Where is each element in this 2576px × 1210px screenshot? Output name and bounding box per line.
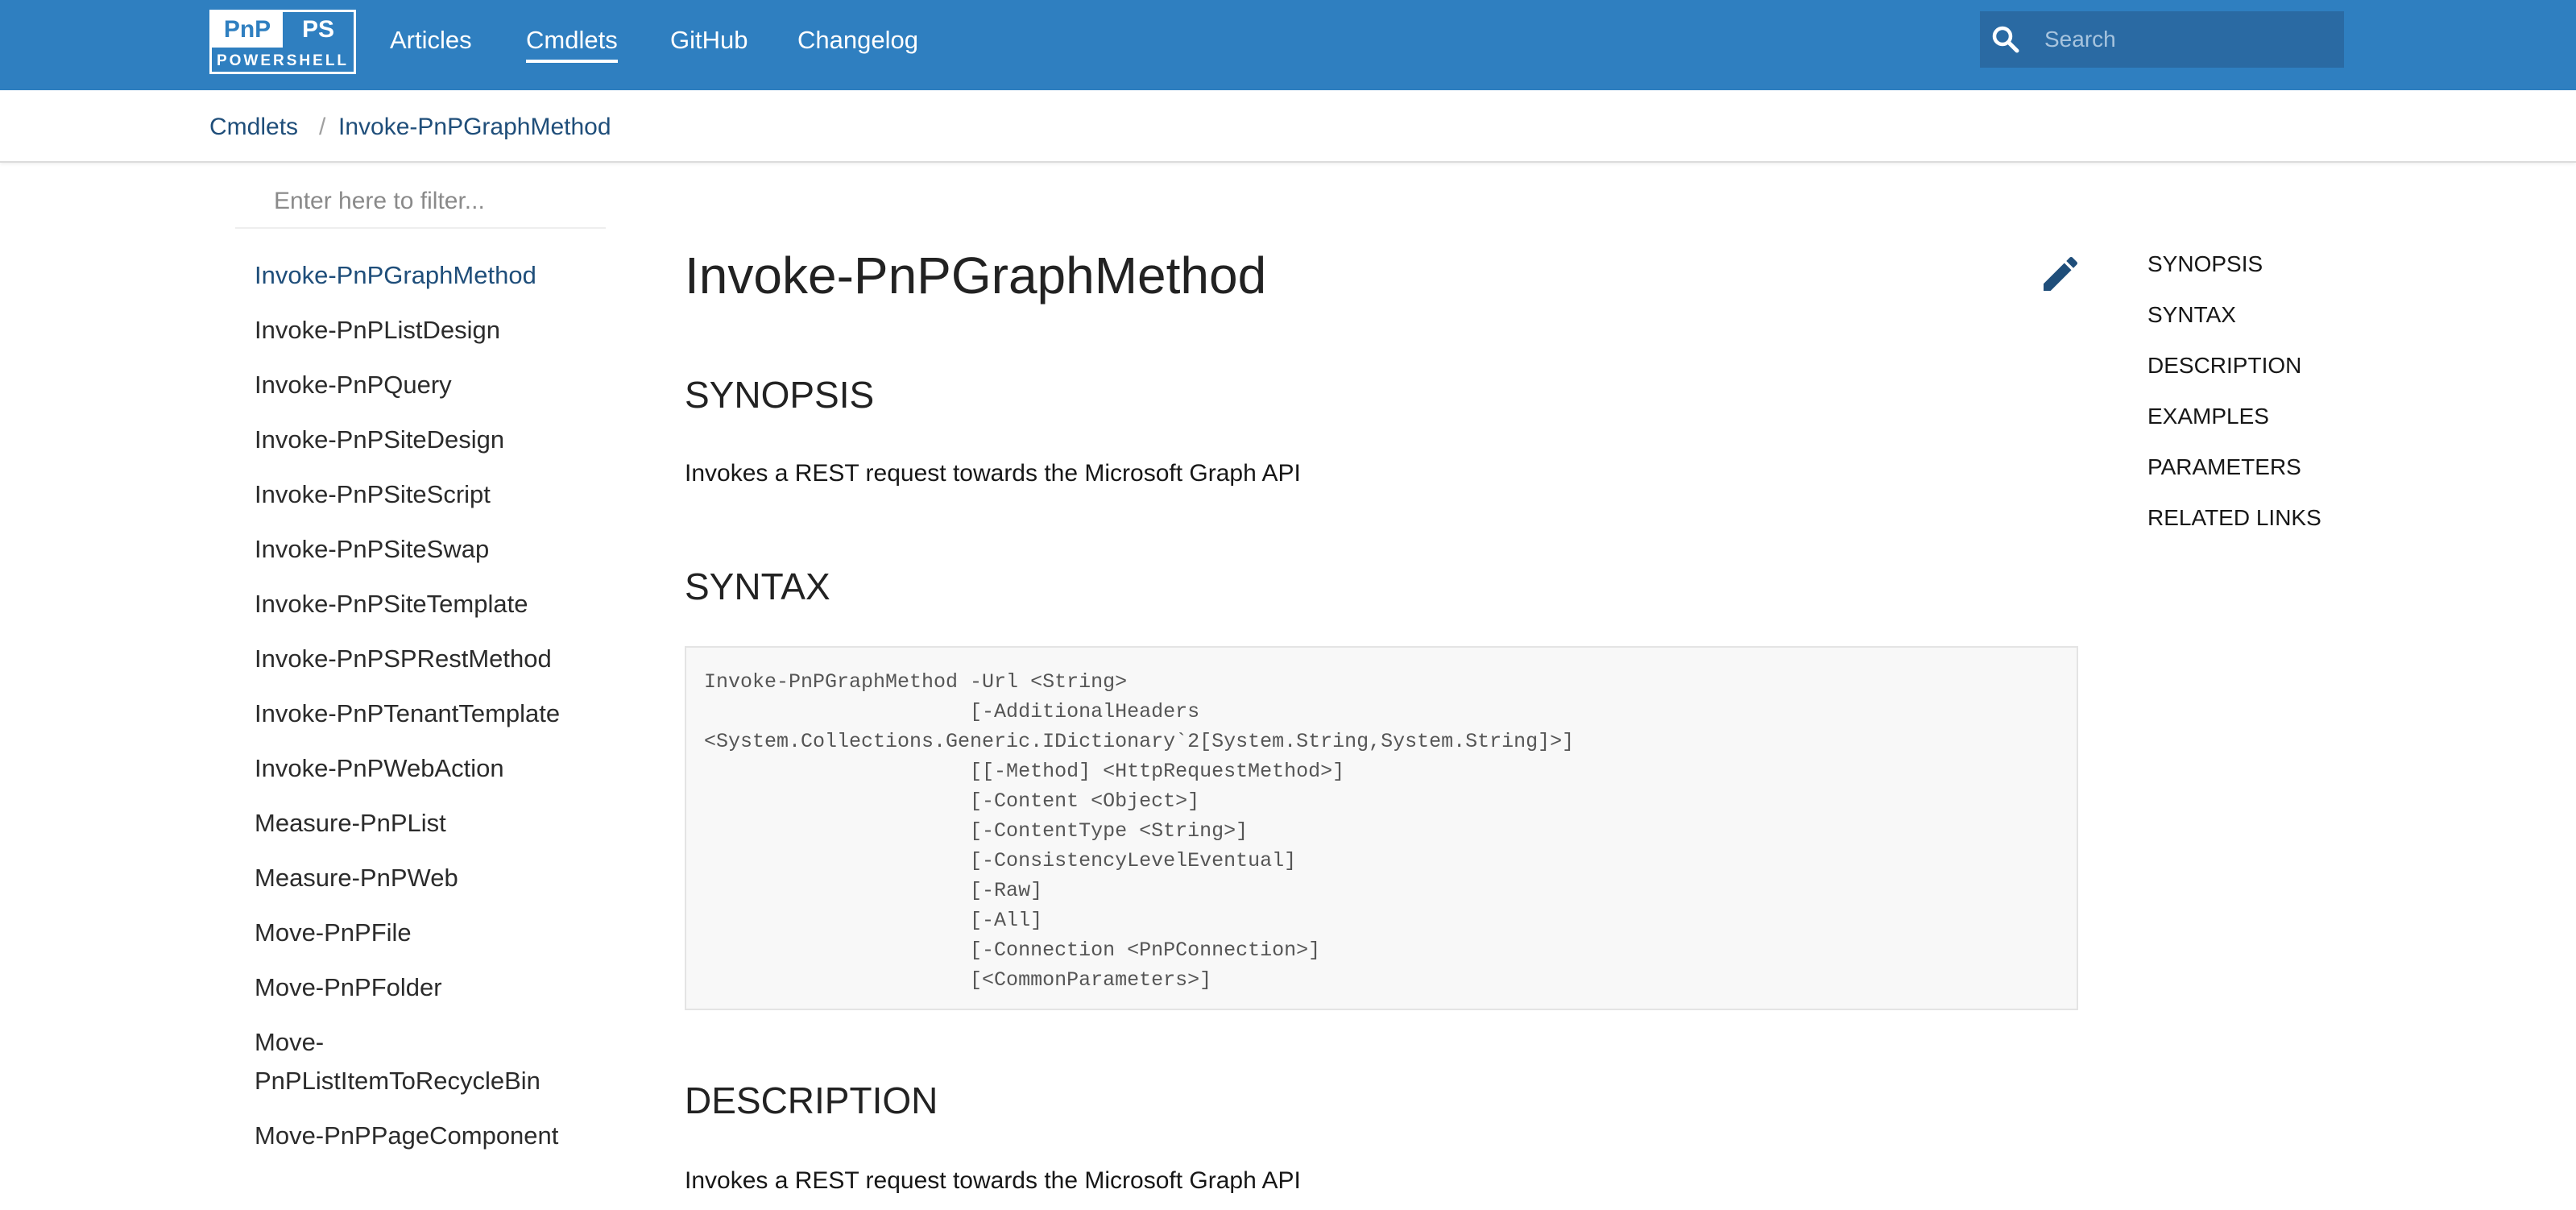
toc-item-examples[interactable]: EXAMPLES bbox=[2147, 400, 2321, 433]
toc-item-description[interactable]: DESCRIPTION bbox=[2147, 350, 2321, 382]
description-text: Invokes a REST request towards the Micro… bbox=[685, 1167, 1301, 1194]
page-title: Invoke-PnPGraphMethod bbox=[685, 247, 1267, 305]
sidebar-item-invoke-pnplistdesign[interactable]: Invoke-PnPListDesign bbox=[255, 311, 609, 350]
sidebar-item-invoke-pnpsitetemplate[interactable]: Invoke-PnPSiteTemplate bbox=[255, 585, 609, 624]
toc-item-parameters[interactable]: PARAMETERS bbox=[2147, 451, 2321, 483]
sidebar-item-measure-pnplist[interactable]: Measure-PnPList bbox=[255, 804, 609, 843]
sidebar-item-invoke-pnpgraphmethod[interactable]: Invoke-PnPGraphMethod bbox=[255, 256, 609, 295]
syntax-heading: SYNTAX bbox=[685, 566, 830, 607]
synopsis-heading: SYNOPSIS bbox=[685, 374, 875, 416]
logo-powershell-text: POWERSHELL bbox=[216, 52, 350, 69]
nav-changelog[interactable]: Changelog bbox=[797, 24, 918, 56]
breadcrumb: Cmdlets / Invoke-PnPGraphMethod bbox=[0, 90, 2576, 163]
breadcrumb-current-page[interactable]: Invoke-PnPGraphMethod bbox=[338, 113, 611, 142]
pnp-powershell-logo[interactable]: PnP PS POWERSHELL bbox=[209, 10, 356, 74]
sidebar-item-invoke-pnpwebaction[interactable]: Invoke-PnPWebAction bbox=[255, 749, 609, 788]
breadcrumb-separator: / bbox=[319, 114, 326, 140]
toc-item-synopsis[interactable]: SYNOPSIS bbox=[2147, 248, 2321, 280]
sidebar-item-move-pnpfile[interactable]: Move-PnPFile bbox=[255, 914, 609, 952]
sidebar-item-invoke-pnpsprestmethod[interactable]: Invoke-PnPSPRestMethod bbox=[255, 640, 609, 678]
nav-github[interactable]: GitHub bbox=[670, 24, 748, 56]
search-input[interactable] bbox=[2044, 11, 2334, 68]
sidebar-item-invoke-pnpquery[interactable]: Invoke-PnPQuery bbox=[255, 366, 609, 404]
nav-cmdlets[interactable]: Cmdlets bbox=[526, 24, 618, 63]
syntax-code-block: Invoke-PnPGraphMethod -Url <String> [-Ad… bbox=[685, 646, 2078, 1010]
search-icon[interactable] bbox=[1991, 25, 2020, 54]
search-box bbox=[1980, 11, 2344, 68]
toc-item-syntax[interactable]: SYNTAX bbox=[2147, 299, 2321, 331]
sidebar-item-invoke-pnpsiteswap[interactable]: Invoke-PnPSiteSwap bbox=[255, 530, 609, 569]
page-toc: SYNOPSIS SYNTAX DESCRIPTION EXAMPLES PAR… bbox=[2147, 248, 2321, 553]
top-navbar: PnP PS POWERSHELL Articles Cmdlets GitHu… bbox=[0, 0, 2576, 90]
sidebar-cmdlet-list: Invoke-PnPGraphMethod Invoke-PnPListDesi… bbox=[255, 256, 609, 1171]
sidebar-item-measure-pnpweb[interactable]: Measure-PnPWeb bbox=[255, 859, 609, 897]
filter-input[interactable] bbox=[274, 176, 596, 227]
sidebar-item-move-pnppagecomponent[interactable]: Move-PnPPageComponent bbox=[255, 1117, 609, 1155]
sidebar-item-invoke-pnptenanttemplate[interactable]: Invoke-PnPTenantTemplate bbox=[255, 694, 609, 733]
description-heading: DESCRIPTION bbox=[685, 1079, 938, 1121]
breadcrumb-cmdlets[interactable]: Cmdlets bbox=[209, 113, 298, 142]
logo-pnp-text: PnP bbox=[212, 12, 283, 48]
pencil-icon[interactable] bbox=[2038, 251, 2083, 296]
nav-articles[interactable]: Articles bbox=[390, 24, 472, 56]
sidebar-item-invoke-pnpsitedesign[interactable]: Invoke-PnPSiteDesign bbox=[255, 421, 609, 459]
sidebar-item-move-pnplistitemtorecyclebin[interactable]: Move-PnPListItemToRecycleBin bbox=[255, 1023, 609, 1100]
sidebar-filter bbox=[235, 176, 606, 229]
toc-item-related-links[interactable]: RELATED LINKS bbox=[2147, 502, 2321, 534]
sidebar-item-invoke-pnpsitescript[interactable]: Invoke-PnPSiteScript bbox=[255, 475, 609, 514]
synopsis-text: Invokes a REST request towards the Micro… bbox=[685, 460, 1301, 487]
logo-ps-text: PS bbox=[301, 16, 335, 43]
sidebar-item-move-pnpfolder[interactable]: Move-PnPFolder bbox=[255, 968, 609, 1007]
